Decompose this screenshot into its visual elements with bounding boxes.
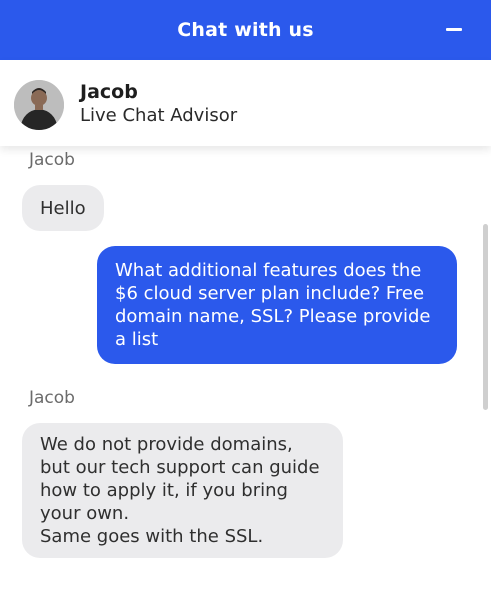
agent-bar: Jacob Live Chat Advisor <box>0 60 491 146</box>
agent-message: Hello <box>22 185 104 231</box>
message-line: What additional features does the <box>115 260 422 281</box>
message-line: a list <box>115 329 159 350</box>
message-line: but our tech support can guide <box>40 457 320 478</box>
message-line: We do not provide domains, <box>40 434 293 455</box>
message-sender: Jacob <box>29 388 75 408</box>
scrollbar[interactable] <box>483 224 488 410</box>
chat-header: Chat with us <box>0 0 491 60</box>
message-line: Same goes with the SSL. <box>40 526 264 547</box>
message-line: your own. <box>40 503 130 524</box>
agent-name: Jacob <box>80 81 138 103</box>
message-line: domain name, SSL? Please provide <box>115 306 431 327</box>
avatar <box>14 80 64 130</box>
agent-role: Live Chat Advisor <box>80 105 238 126</box>
message-line: how to apply it, if you bring <box>40 480 288 501</box>
message-sender: Jacob <box>29 150 75 170</box>
minus-icon[interactable] <box>446 28 462 31</box>
chat-transcript[interactable]: Jacob Hello What additional features doe… <box>0 146 491 600</box>
message-line: $6 cloud server plan include? Free <box>115 283 425 304</box>
user-message: What additional features does the $6 clo… <box>97 246 457 364</box>
user-avatar-icon <box>14 80 64 130</box>
message-line: Hello <box>40 198 86 219</box>
agent-message: We do not provide domains, but our tech … <box>22 423 343 558</box>
chat-title: Chat with us <box>177 19 314 41</box>
